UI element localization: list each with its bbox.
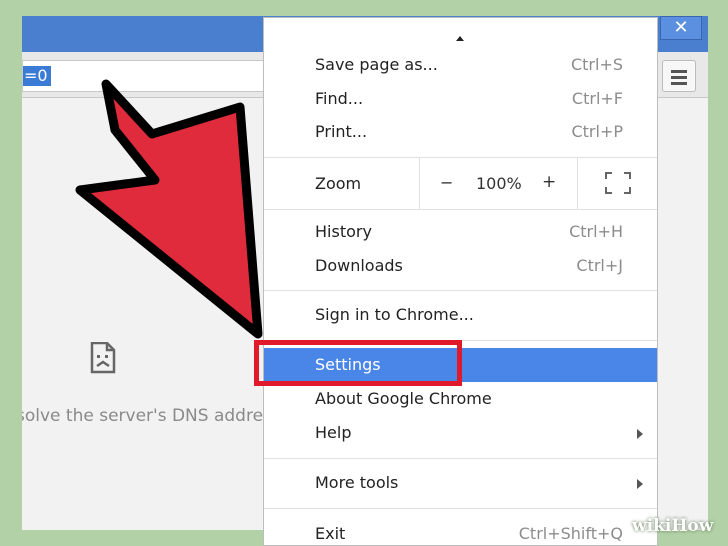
menu-item-shortcut: Ctrl+H — [569, 222, 623, 241]
address-bar-selected-text: =0 — [23, 66, 51, 86]
chrome-dropdown-menu: Save page as... Ctrl+S Find... Ctrl+F Pr… — [263, 17, 658, 546]
menu-item-label: Exit — [315, 524, 346, 543]
dns-error-message: solve the server's DNS addre — [22, 406, 264, 426]
menu-item-history[interactable]: History Ctrl+H — [264, 215, 657, 249]
menu-item-shortcut: Ctrl+S — [570, 55, 623, 74]
menu-item-label: More tools — [315, 473, 399, 492]
menu-item-about[interactable]: About Google Chrome — [264, 382, 657, 416]
menu-item-help[interactable]: Help — [264, 416, 657, 450]
menu-separator — [264, 209, 657, 210]
sad-page-icon — [90, 342, 116, 374]
zoom-out-button[interactable]: − — [440, 173, 453, 192]
hamburger-menu-icon — [671, 70, 687, 73]
zoom-in-button[interactable]: + — [542, 172, 556, 192]
zoom-row: Zoom − 100% + — [264, 158, 657, 210]
wikihow-watermark: wikiHow — [632, 516, 714, 536]
chrome-menu-button[interactable] — [662, 60, 696, 92]
menu-item-shortcut: Ctrl+P — [571, 122, 623, 141]
zoom-level-value: 100% — [476, 174, 522, 193]
menu-item-more-tools[interactable]: More tools — [264, 466, 657, 500]
menu-item-exit[interactable]: Exit Ctrl+Shift+Q — [264, 517, 657, 545]
zoom-label: Zoom — [315, 174, 362, 193]
close-icon: ✕ — [673, 17, 689, 38]
menu-separator — [264, 458, 657, 459]
zoom-divider — [577, 158, 578, 210]
menu-item-shortcut: Ctrl+F — [571, 89, 623, 108]
menu-item-print[interactable]: Print... Ctrl+P — [264, 115, 657, 149]
scroll-up-arrow-icon[interactable] — [456, 36, 464, 41]
menu-item-save-page[interactable]: Save page as... Ctrl+S — [264, 48, 657, 82]
menu-item-find[interactable]: Find... Ctrl+F — [264, 82, 657, 116]
close-button[interactable]: ✕ — [660, 16, 702, 40]
zoom-divider — [419, 158, 420, 210]
menu-item-label: Downloads — [315, 256, 403, 275]
menu-item-label: Save page as... — [315, 55, 438, 74]
menu-separator — [264, 508, 657, 509]
menu-item-label: About Google Chrome — [315, 389, 492, 408]
pointer-arrow-graphic — [75, 79, 263, 339]
menu-separator — [264, 290, 657, 291]
menu-item-label: Print... — [315, 122, 368, 141]
menu-item-sign-in[interactable]: Sign in to Chrome... — [264, 298, 657, 332]
menu-item-label: Help — [315, 423, 352, 442]
menu-item-downloads[interactable]: Downloads Ctrl+J — [264, 249, 657, 283]
menu-item-label: Sign in to Chrome... — [315, 305, 474, 324]
menu-item-shortcut: Ctrl+J — [576, 256, 623, 275]
menu-item-label: History — [315, 222, 372, 241]
menu-item-shortcut: Ctrl+Shift+Q — [518, 524, 623, 543]
menu-item-label: Find... — [315, 89, 364, 108]
settings-highlight-box — [254, 340, 462, 386]
fullscreen-icon[interactable] — [605, 172, 631, 194]
chevron-right-icon — [637, 429, 643, 439]
chevron-right-icon — [637, 479, 643, 489]
